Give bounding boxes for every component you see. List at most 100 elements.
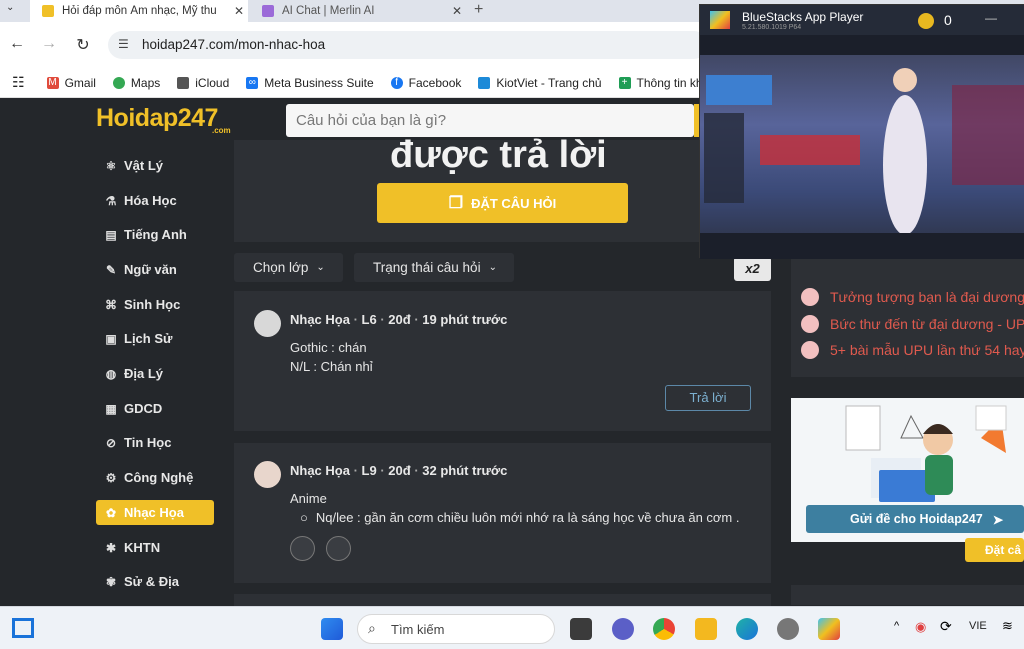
tray-app-icon[interactable]: ◉ bbox=[915, 619, 926, 635]
bookmark-icloud[interactable]: iCloud bbox=[177, 76, 229, 90]
related-link[interactable]: Bức thư đến từ đại dương - UPU bbox=[801, 315, 1024, 333]
sidebar-item-label: Hóa Học bbox=[124, 193, 177, 208]
subject-label[interactable]: Nhạc Họa bbox=[290, 312, 350, 327]
task-view-icon[interactable] bbox=[570, 618, 592, 640]
game-scene-illustration bbox=[700, 35, 1024, 259]
attachment-thumbnail[interactable] bbox=[326, 536, 351, 561]
logo-suffix: .com bbox=[212, 126, 231, 135]
book-icon: ▦ bbox=[105, 401, 117, 416]
class-filter-dropdown[interactable]: Chọn lớp ⌄ bbox=[234, 253, 343, 282]
sync-icon[interactable]: ⟳ bbox=[940, 618, 952, 635]
tab-title: AI Chat | Merlin AI bbox=[282, 5, 375, 17]
level-label: L9 bbox=[361, 463, 377, 478]
chevron-up-icon[interactable]: ^ bbox=[894, 620, 899, 632]
subject-label[interactable]: Nhạc Họa bbox=[290, 463, 350, 478]
bookmark-facebook[interactable]: f Facebook bbox=[390, 76, 461, 90]
reload-icon[interactable]: ↻ bbox=[72, 35, 94, 55]
minimize-icon[interactable]: — bbox=[985, 11, 997, 25]
sidebar-item-label: Tiếng Anh bbox=[124, 227, 187, 242]
bluestacks-taskbar-icon[interactable] bbox=[818, 618, 840, 640]
logo-text: Hoidap247 bbox=[96, 104, 218, 132]
language-indicator[interactable]: VIE bbox=[969, 620, 987, 632]
sidebar-item-tin-hoc[interactable]: ⊘ Tin Học bbox=[96, 430, 214, 455]
url-field[interactable]: ☰ hoidap247.com/mon-nhac-hoa bbox=[108, 31, 708, 59]
submit-question-button[interactable]: Gửi đề cho Hoidap247 ➤ bbox=[806, 505, 1024, 533]
hero-title: được trả lời bbox=[390, 134, 607, 176]
status-filter-dropdown[interactable]: Trạng thái câu hỏi ⌄ bbox=[354, 253, 514, 282]
computer-icon: ⊘ bbox=[105, 435, 117, 450]
related-link[interactable]: Tưởng tượng bạn là đại dương... bbox=[801, 288, 1024, 306]
sidebar-item-sinh-hoc[interactable]: ⌘ Sinh Học bbox=[96, 292, 214, 317]
taskbar-search-input[interactable]: ⌕ Tìm kiếm bbox=[357, 614, 555, 644]
points-label: 20đ bbox=[388, 463, 411, 478]
bookmark-meta[interactable]: ∞ Meta Business Suite bbox=[246, 76, 374, 90]
sidebar-item-label: Vật Lý bbox=[124, 158, 164, 173]
sidebar-item-ngu-van[interactable]: ✎ Ngữ văn bbox=[96, 257, 214, 282]
sidebar-item-su-dia[interactable]: ✾ Sử & Địa bbox=[96, 569, 214, 594]
widgets-icon[interactable] bbox=[12, 618, 34, 638]
ask-button-label: ĐẶT CÂU HỎI bbox=[471, 195, 557, 211]
bookmark-label: Gmail bbox=[64, 75, 96, 90]
settings-gear-icon[interactable] bbox=[777, 618, 799, 640]
search-input[interactable]: Câu hỏi của bạn là gì? bbox=[286, 104, 694, 137]
bluestacks-logo-icon bbox=[710, 11, 730, 29]
wifi-icon[interactable]: ≋ bbox=[1002, 618, 1013, 634]
sidebar-item-label: Sinh Học bbox=[124, 297, 181, 312]
upu-icon bbox=[801, 288, 819, 306]
forward-arrow-icon[interactable]: → bbox=[38, 35, 60, 53]
user-avatar[interactable] bbox=[254, 461, 281, 488]
back-arrow-icon[interactable]: ← bbox=[6, 35, 28, 53]
question-text: Gothic : chán bbox=[290, 340, 367, 355]
map-icon: ✾ bbox=[105, 574, 117, 589]
apps-grid-icon[interactable]: ☷ bbox=[12, 74, 25, 91]
bookmark-maps[interactable]: Maps bbox=[112, 75, 161, 90]
chrome-icon[interactable] bbox=[653, 618, 675, 640]
tab-title: Hỏi đáp môn Âm nhạc, Mỹ thu bbox=[62, 5, 217, 17]
bookmark-label: KiotViet - Trang chủ bbox=[496, 75, 602, 90]
attachment-thumbnail[interactable] bbox=[290, 536, 315, 561]
flask-icon: ⚗ bbox=[105, 193, 117, 208]
sidebar-item-hoa-hoc[interactable]: ⚗ Hóa Học bbox=[96, 188, 214, 213]
question-bullet: ○ Nq/lee : gần ăn cơm chiều luôn mới nhớ … bbox=[300, 510, 740, 525]
bookmark-kiotviet[interactable]: KiotViet - Trang chủ bbox=[478, 75, 602, 90]
sidebar-item-dia-ly[interactable]: ◍ Địa Lý bbox=[96, 361, 214, 386]
ask-question-button[interactable]: ❐ ĐẶT CÂU HỎI bbox=[377, 183, 628, 223]
bookmark-label: Maps bbox=[130, 75, 161, 90]
reply-button[interactable]: Trả lời bbox=[665, 385, 751, 411]
teams-icon[interactable] bbox=[612, 618, 634, 640]
site-logo[interactable]: Hoidap247 .com bbox=[96, 104, 231, 135]
ask-question-side-button[interactable]: Đặt câ bbox=[965, 538, 1024, 562]
game-screen[interactable] bbox=[700, 35, 1024, 259]
windows-start-icon[interactable] bbox=[321, 618, 343, 640]
sidebar-item-gdcd[interactable]: ▦ GDCD bbox=[96, 396, 214, 421]
points-multiplier-badge: x2 bbox=[734, 257, 771, 281]
sidebar-item-vat-ly[interactable]: ⚛ Vật Lý bbox=[96, 153, 214, 178]
file-explorer-icon[interactable] bbox=[695, 618, 717, 640]
bullet-icon: ○ bbox=[300, 510, 308, 525]
bookmark-gmail[interactable]: M Gmail bbox=[46, 75, 96, 90]
tab-merlin[interactable]: AI Chat | Merlin AI ✕ bbox=[250, 0, 466, 22]
sidebar-item-lich-su[interactable]: ▣ Lịch Sử bbox=[96, 326, 214, 351]
user-avatar[interactable] bbox=[254, 310, 281, 337]
sidebar-item-khtn[interactable]: ✱ KHTN bbox=[96, 535, 214, 560]
sidebar-item-label: Sử & Địa bbox=[124, 574, 179, 589]
chevron-down-icon: ⌄ bbox=[488, 262, 497, 273]
edge-icon[interactable] bbox=[736, 618, 758, 640]
site-info-icon[interactable]: ☰ bbox=[118, 37, 129, 51]
sidebar-item-cong-nghe[interactable]: ⚙ Công Nghệ bbox=[96, 465, 214, 490]
related-link[interactable]: 5+ bài mẫu UPU lần thứ 54 hay bbox=[801, 341, 1024, 359]
sidebar-item-tieng-anh[interactable]: ▤ Tiếng Anh bbox=[96, 222, 214, 247]
bluestacks-version: 5.21.580.1019 P64 bbox=[742, 24, 802, 31]
new-tab-button[interactable]: + bbox=[474, 0, 483, 20]
question-card[interactable] bbox=[234, 594, 771, 606]
upu-icon bbox=[801, 341, 819, 359]
bookmark-label: iCloud bbox=[195, 75, 230, 90]
palette-icon: ✿ bbox=[105, 505, 117, 520]
kiotviet-icon bbox=[478, 76, 491, 89]
tab-hoidap[interactable]: Hỏi đáp môn Âm nhạc, Mỹ thu ✕ bbox=[30, 0, 248, 22]
close-tab-icon[interactable]: ✕ bbox=[448, 4, 466, 18]
sidebar-item-nhac-hoa[interactable]: ✿ Nhạc Họa bbox=[96, 500, 214, 525]
close-tab-icon[interactable]: ✕ bbox=[230, 4, 248, 18]
bluestacks-window[interactable]: BlueStacks App Player 5.21.580.1019 P64 … bbox=[699, 4, 1024, 259]
tab-search-icon[interactable]: ⌄ bbox=[6, 2, 14, 13]
